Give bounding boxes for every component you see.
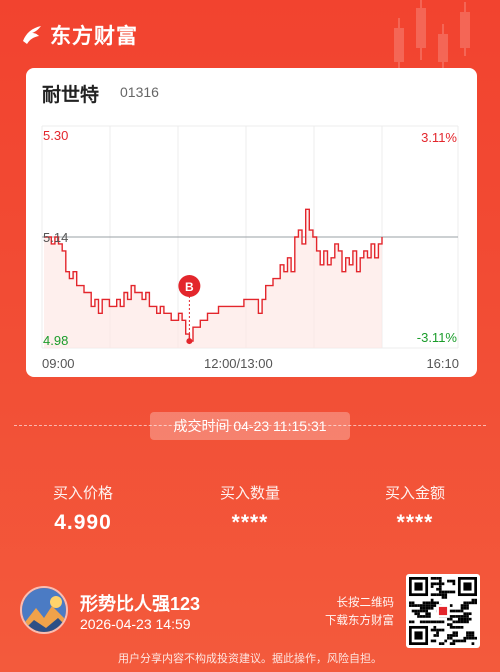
stat-value: **** <box>396 511 434 534</box>
stat-label: 买入金额 <box>384 485 445 502</box>
stat-buy-price: 买入价格 4.990 <box>18 482 148 535</box>
stat-buy-amount: 买入金额 **** <box>350 482 480 535</box>
time-start-label: 09:00 <box>42 356 75 371</box>
user-avatar[interactable] <box>20 586 68 634</box>
share-date: 2026-04-23 14:59 <box>80 616 191 632</box>
stock-chart-card: 耐世特 01316 B 5.30 5.14 4.98 3.11% -3.11% … <box>26 68 477 377</box>
share-footer: 形势比人强123 2026-04-23 14:59 长按二维码 下载东方财富 用… <box>0 572 500 672</box>
pct-high-label: 3.11% <box>421 130 457 145</box>
brand-header: 东方财富 <box>20 18 138 52</box>
qr-caption-line2: 下载东方财富 <box>325 615 394 627</box>
stat-value: **** <box>231 511 269 534</box>
price-area-fill <box>44 209 382 348</box>
user-name[interactable]: 形势比人强123 <box>80 590 200 616</box>
qr-code[interactable] <box>406 574 480 648</box>
stat-label: 买入数量 <box>219 485 280 502</box>
trade-time-row: 成交时间 04-23 11:15:31 <box>0 408 500 442</box>
qr-caption-line1: 长按二维码 <box>336 597 395 609</box>
qr-caption: 长按二维码 下载东方财富 <box>314 594 394 630</box>
intraday-price-chart: B <box>41 125 459 349</box>
time-end-label: 16:10 <box>426 356 459 371</box>
mountain-avatar-icon <box>22 588 66 632</box>
price-mid-label: 5.14 <box>43 230 69 245</box>
qr-code-icon <box>409 577 477 645</box>
trade-time-badge: 成交时间 04-23 11:15:31 <box>150 412 350 440</box>
time-mid-label: 12:00/13:00 <box>204 356 273 371</box>
disclaimer-text: 用户分享内容不构成投资建议。据此操作，风险自担。 <box>118 653 382 665</box>
stat-value: 4.990 <box>54 511 112 534</box>
pct-low-label: -3.11% <box>416 330 457 345</box>
background-candles-icon <box>394 0 470 70</box>
eastmoney-logo-icon <box>23 26 41 44</box>
trade-stats: 买入价格 4.990 买入数量 **** 买入金额 **** <box>0 482 500 542</box>
stat-label: 买入价格 <box>52 485 113 502</box>
price-low-label: 4.98 <box>43 333 69 348</box>
trade-marker-dot <box>186 338 193 345</box>
price-high-label: 5.30 <box>43 128 69 143</box>
trade-marker-label: B <box>185 280 194 294</box>
stat-buy-quantity: 买入数量 **** <box>185 482 315 535</box>
brand-name: 东方财富 <box>50 25 138 48</box>
